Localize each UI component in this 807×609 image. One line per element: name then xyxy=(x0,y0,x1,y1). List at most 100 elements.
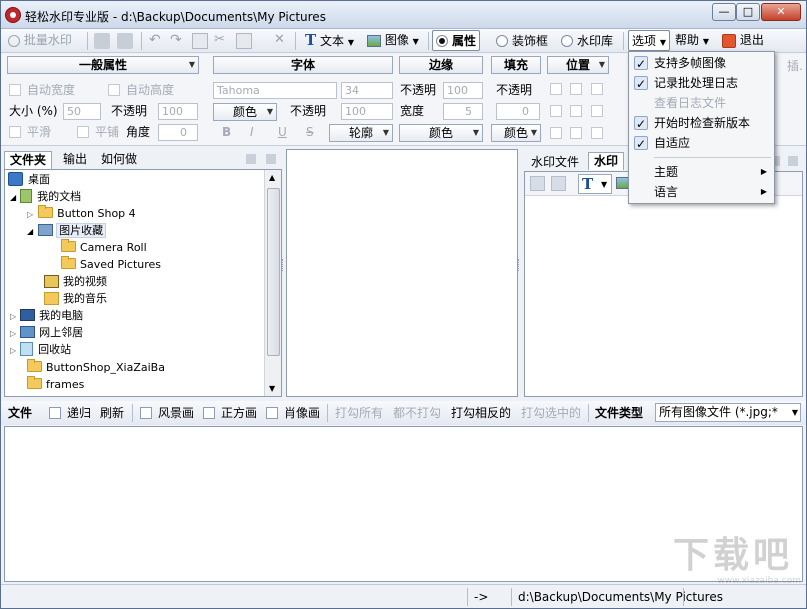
save-icon[interactable] xyxy=(94,33,110,49)
scroll-up-icon[interactable]: ▲ xyxy=(269,173,275,182)
splitter-grip[interactable] xyxy=(518,259,521,271)
print-icon[interactable] xyxy=(117,33,133,49)
position-cell-checkbox[interactable] xyxy=(550,83,562,95)
square-checkbox[interactable] xyxy=(203,407,215,419)
tile-checkbox[interactable] xyxy=(77,126,89,138)
position-cell-checkbox[interactable] xyxy=(550,105,562,117)
file-list[interactable] xyxy=(4,426,803,582)
menu-item-view-log[interactable]: 查看日志文件 xyxy=(629,93,774,113)
tree-item-saved-pictures[interactable]: Saved Pictures xyxy=(61,256,161,273)
font-size-input[interactable]: 34 xyxy=(341,82,393,99)
tab-watermark[interactable]: 水印 xyxy=(588,152,625,170)
tree-scrollbar[interactable]: ▲ ▼ xyxy=(264,170,281,396)
outline-button[interactable]: 轮廓 ▼ xyxy=(329,124,393,142)
maximize-button[interactable]: □ xyxy=(736,3,760,21)
auto-width-checkbox[interactable] xyxy=(9,84,21,96)
opacity-input[interactable]: 100 xyxy=(158,103,198,120)
close-button[interactable]: ✕ xyxy=(761,3,801,21)
tab-how-to[interactable]: 如何做 xyxy=(96,151,142,169)
tab-output[interactable]: 输出 xyxy=(58,151,92,169)
italic-button[interactable]: I xyxy=(250,123,254,141)
image-button[interactable]: 图像 ▼ xyxy=(364,30,422,50)
tree-item-my-pictures[interactable]: ◢ 图片收藏 xyxy=(27,222,107,239)
smooth-checkbox[interactable] xyxy=(9,126,21,138)
border-color-button[interactable]: 颜色 ▼ xyxy=(399,124,483,142)
font-name-select[interactable]: Tahoma xyxy=(213,82,337,99)
font-color-button[interactable]: 颜色 ▼ xyxy=(213,103,277,121)
check-selected-button[interactable]: 打勾选中的 xyxy=(521,404,581,422)
tree-item-buttonshop-xiazaiba[interactable]: ButtonShop_XiaZaiBa xyxy=(27,359,165,376)
border-header[interactable]: 边缘 xyxy=(399,56,483,74)
tree-item-my-documents[interactable]: ◢ 我的文档 xyxy=(10,188,81,205)
paste-icon[interactable] xyxy=(236,33,252,49)
scrollbar-thumb[interactable] xyxy=(267,188,280,356)
fill-header[interactable]: 填充 xyxy=(491,56,541,74)
pane-next-icon[interactable] xyxy=(266,154,276,164)
recursive-checkbox[interactable] xyxy=(49,407,61,419)
menu-item-theme[interactable]: 主题 ▶ xyxy=(629,162,774,182)
splitter-grip[interactable] xyxy=(282,259,285,271)
menu-item-check-updates[interactable]: ✓ 开始时检查新版本 xyxy=(629,113,774,133)
batch-watermark-button[interactable]: 批量水印 xyxy=(5,30,75,50)
tree-item-my-videos[interactable]: 我的视频 xyxy=(44,273,107,290)
fill-color-button[interactable]: 颜色 ▼ xyxy=(491,124,541,142)
fill-value-input[interactable]: 0 xyxy=(496,103,540,120)
preview-pane[interactable] xyxy=(286,149,518,397)
watermark-pane[interactable]: T ▼ xyxy=(524,171,803,397)
general-properties-header[interactable]: 一般属性 ▼ xyxy=(7,56,199,74)
pane-prev-icon[interactable] xyxy=(246,154,256,164)
uncheck-all-button[interactable]: 都不打勾 xyxy=(393,404,441,422)
tree-item-recycle-bin[interactable]: ▷ 回收站 xyxy=(10,341,71,358)
tree-item-desktop[interactable]: 桌面 xyxy=(8,171,50,188)
tab-properties[interactable]: 属性 xyxy=(432,30,481,51)
file-type-select[interactable]: 所有图像文件 (*.jpg;* ▼ xyxy=(655,403,801,422)
tree-item-camera-roll[interactable]: Camera Roll xyxy=(61,239,147,256)
font-header[interactable]: 字体 xyxy=(213,56,393,74)
tab-watermark-files[interactable]: 水印文件 xyxy=(526,154,584,172)
options-menu-button[interactable]: 选项 ▼ xyxy=(628,30,670,51)
text-button[interactable]: T 文本 ▼ xyxy=(302,30,357,50)
minimize-button[interactable]: — xyxy=(712,3,736,21)
position-header[interactable]: 位置 ▼ xyxy=(547,56,609,74)
tab-frame[interactable]: 装饰框 xyxy=(493,31,551,51)
bold-button[interactable]: B xyxy=(222,123,231,141)
exit-button[interactable]: 退出 xyxy=(719,30,767,50)
help-menu-button[interactable]: 帮助 ▼ xyxy=(672,30,712,50)
tree-item-my-computer[interactable]: ▷ 我的电脑 xyxy=(10,307,83,324)
position-cell-checkbox[interactable] xyxy=(591,105,603,117)
tree-item-button-shop[interactable]: ▷ Button Shop 4 xyxy=(27,205,136,222)
move-down-icon[interactable] xyxy=(551,176,566,191)
strikethrough-button[interactable]: S xyxy=(306,123,314,141)
pane-next-icon[interactable] xyxy=(788,156,798,166)
menu-item-language[interactable]: 语言 ▶ xyxy=(629,182,774,202)
redo-icon[interactable]: ↷ xyxy=(167,30,185,50)
position-cell-checkbox[interactable] xyxy=(550,127,562,139)
scroll-down-icon[interactable]: ▼ xyxy=(269,384,275,393)
position-cell-checkbox[interactable] xyxy=(570,105,582,117)
portrait-checkbox[interactable] xyxy=(266,407,278,419)
add-text-watermark-button[interactable]: T ▼ xyxy=(578,174,612,194)
position-cell-checkbox[interactable] xyxy=(570,83,582,95)
menu-item-batch-log[interactable]: ✓ 记录批处理日志 xyxy=(629,73,774,93)
position-cell-checkbox[interactable] xyxy=(591,83,603,95)
border-width-input[interactable]: 5 xyxy=(443,103,483,120)
auto-height-checkbox[interactable] xyxy=(108,84,120,96)
tree-item-frames[interactable]: frames xyxy=(27,376,84,393)
undo-icon[interactable]: ↶ xyxy=(146,30,164,50)
check-all-button[interactable]: 打勾所有 xyxy=(335,404,383,422)
tab-watermark-library[interactable]: 水印库 xyxy=(558,31,616,51)
menu-item-multi-frame[interactable]: ✓ 支持多帧图像 xyxy=(629,53,774,73)
delete-icon[interactable]: ✕ xyxy=(271,30,288,50)
tree-item-network[interactable]: ▷ 网上邻居 xyxy=(10,324,83,341)
tree-item-my-music[interactable]: 我的音乐 xyxy=(44,290,107,307)
copy-icon[interactable] xyxy=(192,33,208,49)
tab-folders[interactable]: 文件夹 xyxy=(4,151,53,169)
size-percent-input[interactable]: 50 xyxy=(63,103,101,120)
move-up-icon[interactable] xyxy=(530,176,545,191)
angle-input[interactable]: 0 xyxy=(158,124,198,141)
folder-tree[interactable]: 桌面 ◢ 我的文档 ▷ Button Shop 4 ◢ 图片收藏 Camera Rol… xyxy=(4,169,282,397)
landscape-checkbox[interactable] xyxy=(140,407,152,419)
font-opacity-input[interactable]: 100 xyxy=(341,103,393,120)
cut-icon[interactable]: ✂ xyxy=(211,30,228,50)
refresh-button[interactable]: 刷新 xyxy=(100,404,124,422)
